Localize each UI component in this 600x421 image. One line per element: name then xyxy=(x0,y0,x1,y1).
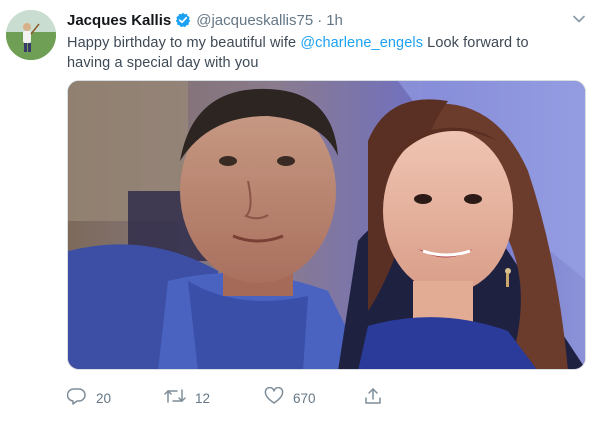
retweet-count: 12 xyxy=(195,390,211,406)
share-icon xyxy=(364,387,382,410)
separator-dot: · xyxy=(317,11,323,29)
share-button[interactable] xyxy=(364,387,382,410)
tweet-text: Happy birthday to my beautiful wife @cha… xyxy=(67,33,562,73)
tweet-text-start: Happy birthday to my beautiful wife xyxy=(67,35,301,51)
mention-link[interactable]: @charlene_engels xyxy=(300,35,423,51)
like-count: 670 xyxy=(293,390,316,406)
display-name[interactable]: Jacques Kallis xyxy=(67,12,171,29)
like-button[interactable]: 670 xyxy=(264,386,316,410)
user-handle[interactable]: @jacqueskallis75 xyxy=(196,12,313,29)
heart-icon xyxy=(264,386,284,410)
tweet: Jacques Kallis @jacqueskallis75 · 1h Hap… xyxy=(0,0,600,421)
tweet-header: Jacques Kallis @jacqueskallis75 · 1h xyxy=(67,10,343,30)
tweet-actions: 20 12 670 xyxy=(66,386,397,410)
timestamp[interactable]: 1h xyxy=(326,12,343,29)
chevron-down-icon[interactable] xyxy=(572,12,586,26)
reply-count: 20 xyxy=(96,390,112,406)
tweet-photo[interactable] xyxy=(67,80,586,370)
verified-badge-icon xyxy=(175,12,191,28)
reply-button[interactable]: 20 xyxy=(66,387,112,410)
retweet-button[interactable]: 12 xyxy=(164,387,210,410)
reply-icon xyxy=(66,387,87,410)
avatar[interactable] xyxy=(6,10,56,60)
retweet-icon xyxy=(164,387,186,410)
